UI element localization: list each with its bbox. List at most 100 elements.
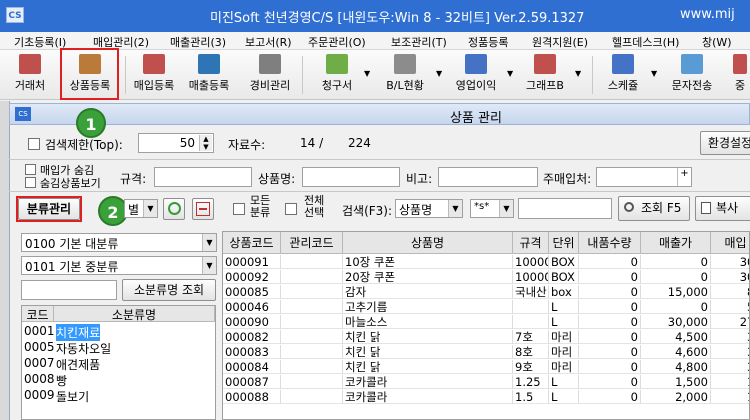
collapse-button[interactable] — [192, 198, 214, 220]
table-row[interactable]: 000084 치킨 닭9호마리04,8003, — [223, 360, 749, 374]
table-row[interactable]: 00009110장 쿠폰10000BOX0030, — [223, 255, 749, 269]
sort-select[interactable]: 별 ▼ — [124, 199, 158, 218]
schedule-dropdown-icon[interactable]: ▼ — [651, 69, 657, 78]
expense-button[interactable]: 경비관리 — [244, 52, 296, 96]
spec-input[interactable] — [154, 167, 252, 187]
column-header[interactable]: 매입 — [711, 232, 749, 254]
menu-basic[interactable]: 기초등록(I) — [14, 34, 66, 50]
search-limit-checkbox[interactable] — [28, 138, 40, 150]
column-header[interactable]: 상품명 — [343, 232, 513, 254]
table-cell — [281, 270, 343, 284]
invoice-button[interactable]: 청구서 — [315, 52, 359, 96]
table-row[interactable]: 0005 자동차오일 — [22, 339, 215, 356]
table-cell: 000083 — [223, 345, 281, 359]
toolbar-separator — [125, 56, 126, 94]
sales-register-button[interactable]: 매출등록 — [182, 52, 236, 96]
menu-sales[interactable]: 매출관리(3) — [170, 34, 226, 50]
table-row[interactable]: 000083 치킨 닭8호마리04,6003, — [223, 345, 749, 359]
table-row[interactable]: 0001 치킨재료 — [22, 323, 215, 341]
hidden-view-checkbox[interactable] — [25, 177, 36, 188]
table-cell: 0 — [579, 255, 641, 269]
graph-dropdown-icon[interactable]: ▼ — [575, 69, 581, 78]
table-cell: 감자 — [343, 285, 513, 299]
supplier-label: 주매입처: — [543, 172, 592, 186]
column-header[interactable]: 소분류명 — [54, 306, 215, 322]
more-button[interactable]: 중 — [730, 52, 750, 96]
table-cell: 1.25 — [513, 375, 549, 389]
column-header[interactable]: 매출가 — [641, 232, 711, 254]
menu-orders[interactable]: 주문관리(O) — [308, 34, 366, 50]
table-row[interactable]: 000085 감자국내산box015,0008, — [223, 285, 749, 299]
menu-helpdesk[interactable]: 헬프데스크(H) — [612, 34, 679, 50]
highlight-box — [16, 196, 82, 222]
bl-status-button[interactable]: B/L현황 — [380, 52, 430, 96]
graph-button[interactable]: 그래프B — [520, 52, 570, 96]
purchase-register-button[interactable]: 매입등록 — [128, 52, 180, 96]
copy-button[interactable]: 복사 — [695, 196, 750, 221]
profit-dropdown-icon[interactable]: ▼ — [507, 69, 513, 78]
column-header[interactable]: 코드 — [22, 306, 54, 322]
search-limit-input[interactable]: 50 ▲ ▼ — [138, 133, 214, 153]
minus-icon — [196, 202, 210, 216]
table-row[interactable]: 000090 마늘소스 L030,00027, — [223, 315, 749, 329]
column-header[interactable]: 단위 — [549, 232, 579, 254]
table-row[interactable]: 0009 돌보기 — [22, 387, 215, 404]
chevron-down-icon: ▼ — [202, 257, 216, 274]
menu-aux[interactable]: 보조관리(T) — [391, 34, 447, 50]
menu-reports[interactable]: 보고서(R) — [245, 34, 292, 50]
divider — [9, 191, 750, 192]
search-field-select[interactable]: 상품명 ▼ — [395, 199, 463, 218]
table-cell: 코카콜라 — [343, 375, 513, 389]
table-row[interactable]: 00009220장 쿠폰10000BOX0030, — [223, 270, 749, 284]
table-cell: 10000 — [515, 270, 549, 284]
table-cell: 9호 — [513, 360, 549, 374]
menu-license[interactable]: 정품등록 — [468, 34, 508, 50]
product-name-input[interactable] — [302, 167, 400, 187]
table-row[interactable]: 0008 빵 — [22, 371, 215, 388]
bl-dropdown-icon[interactable]: ▼ — [436, 69, 442, 78]
table-row[interactable]: 0007 애견제품 — [22, 355, 215, 372]
hide-purchase-checkbox[interactable] — [25, 164, 36, 175]
profit-button[interactable]: 영업이익 — [450, 52, 502, 96]
sms-button[interactable]: 문자전송 — [665, 52, 719, 96]
limit-spinner-icon[interactable]: ▲ ▼ — [199, 135, 212, 151]
column-header[interactable]: 상품코드 — [223, 232, 281, 254]
table-cell — [513, 315, 549, 329]
table-cell: 0 — [579, 315, 641, 329]
query-button[interactable]: 조회 F5 — [618, 196, 690, 221]
supplier-input[interactable]: + — [596, 167, 692, 187]
search-mode-select[interactable]: *s* ▼ — [470, 199, 514, 218]
schedule-icon — [612, 54, 634, 74]
settings-button[interactable]: 환경설정 — [700, 131, 750, 155]
select-all-checkbox[interactable] — [285, 203, 297, 215]
table-cell: 30, — [711, 270, 749, 284]
table-cell: 마늘소스 — [343, 315, 513, 329]
note-input[interactable] — [438, 167, 538, 187]
menu-remote[interactable]: 원격지원(E) — [532, 34, 588, 50]
table-cell: 1.5 — [513, 390, 549, 404]
table-cell — [513, 300, 549, 314]
table-row[interactable]: 000046고추기름L005, — [223, 300, 749, 314]
mdi-left-strip — [0, 101, 9, 420]
table-cell: 8, — [711, 285, 749, 299]
client-button[interactable]: 거래처 — [10, 52, 50, 96]
middle-category-select[interactable]: 0101 기본 중분류 ▼ — [21, 256, 217, 275]
table-row[interactable]: 000082 치킨 닭7호마리04,5003, — [223, 330, 749, 344]
column-header[interactable]: 관리코드 — [281, 232, 343, 254]
schedule-button[interactable]: 스케쥴 — [600, 52, 646, 96]
subcategory-query-button[interactable]: 소분류명 조회 — [122, 279, 216, 301]
supplier-add-button[interactable]: + — [677, 168, 691, 186]
column-header[interactable]: 내품수량 — [579, 232, 641, 254]
table-row[interactable]: 000087 코카콜라1.25L01,5001, — [223, 375, 749, 389]
chevron-down-icon: ▼ — [499, 200, 513, 217]
table-row[interactable]: 000088 코카콜라1.5L02,0001, — [223, 390, 749, 404]
refresh-button[interactable] — [163, 198, 185, 220]
table-cell — [281, 390, 343, 404]
column-header[interactable]: 규격 — [513, 232, 549, 254]
search-input[interactable] — [518, 198, 612, 219]
invoice-dropdown-icon[interactable]: ▼ — [364, 69, 370, 78]
menu-window[interactable]: 창(W) — [702, 34, 732, 50]
major-category-select[interactable]: 0100 기본 대분류 ▼ — [21, 233, 217, 252]
subcategory-search-input[interactable] — [21, 280, 117, 300]
all-category-checkbox[interactable] — [233, 203, 245, 215]
